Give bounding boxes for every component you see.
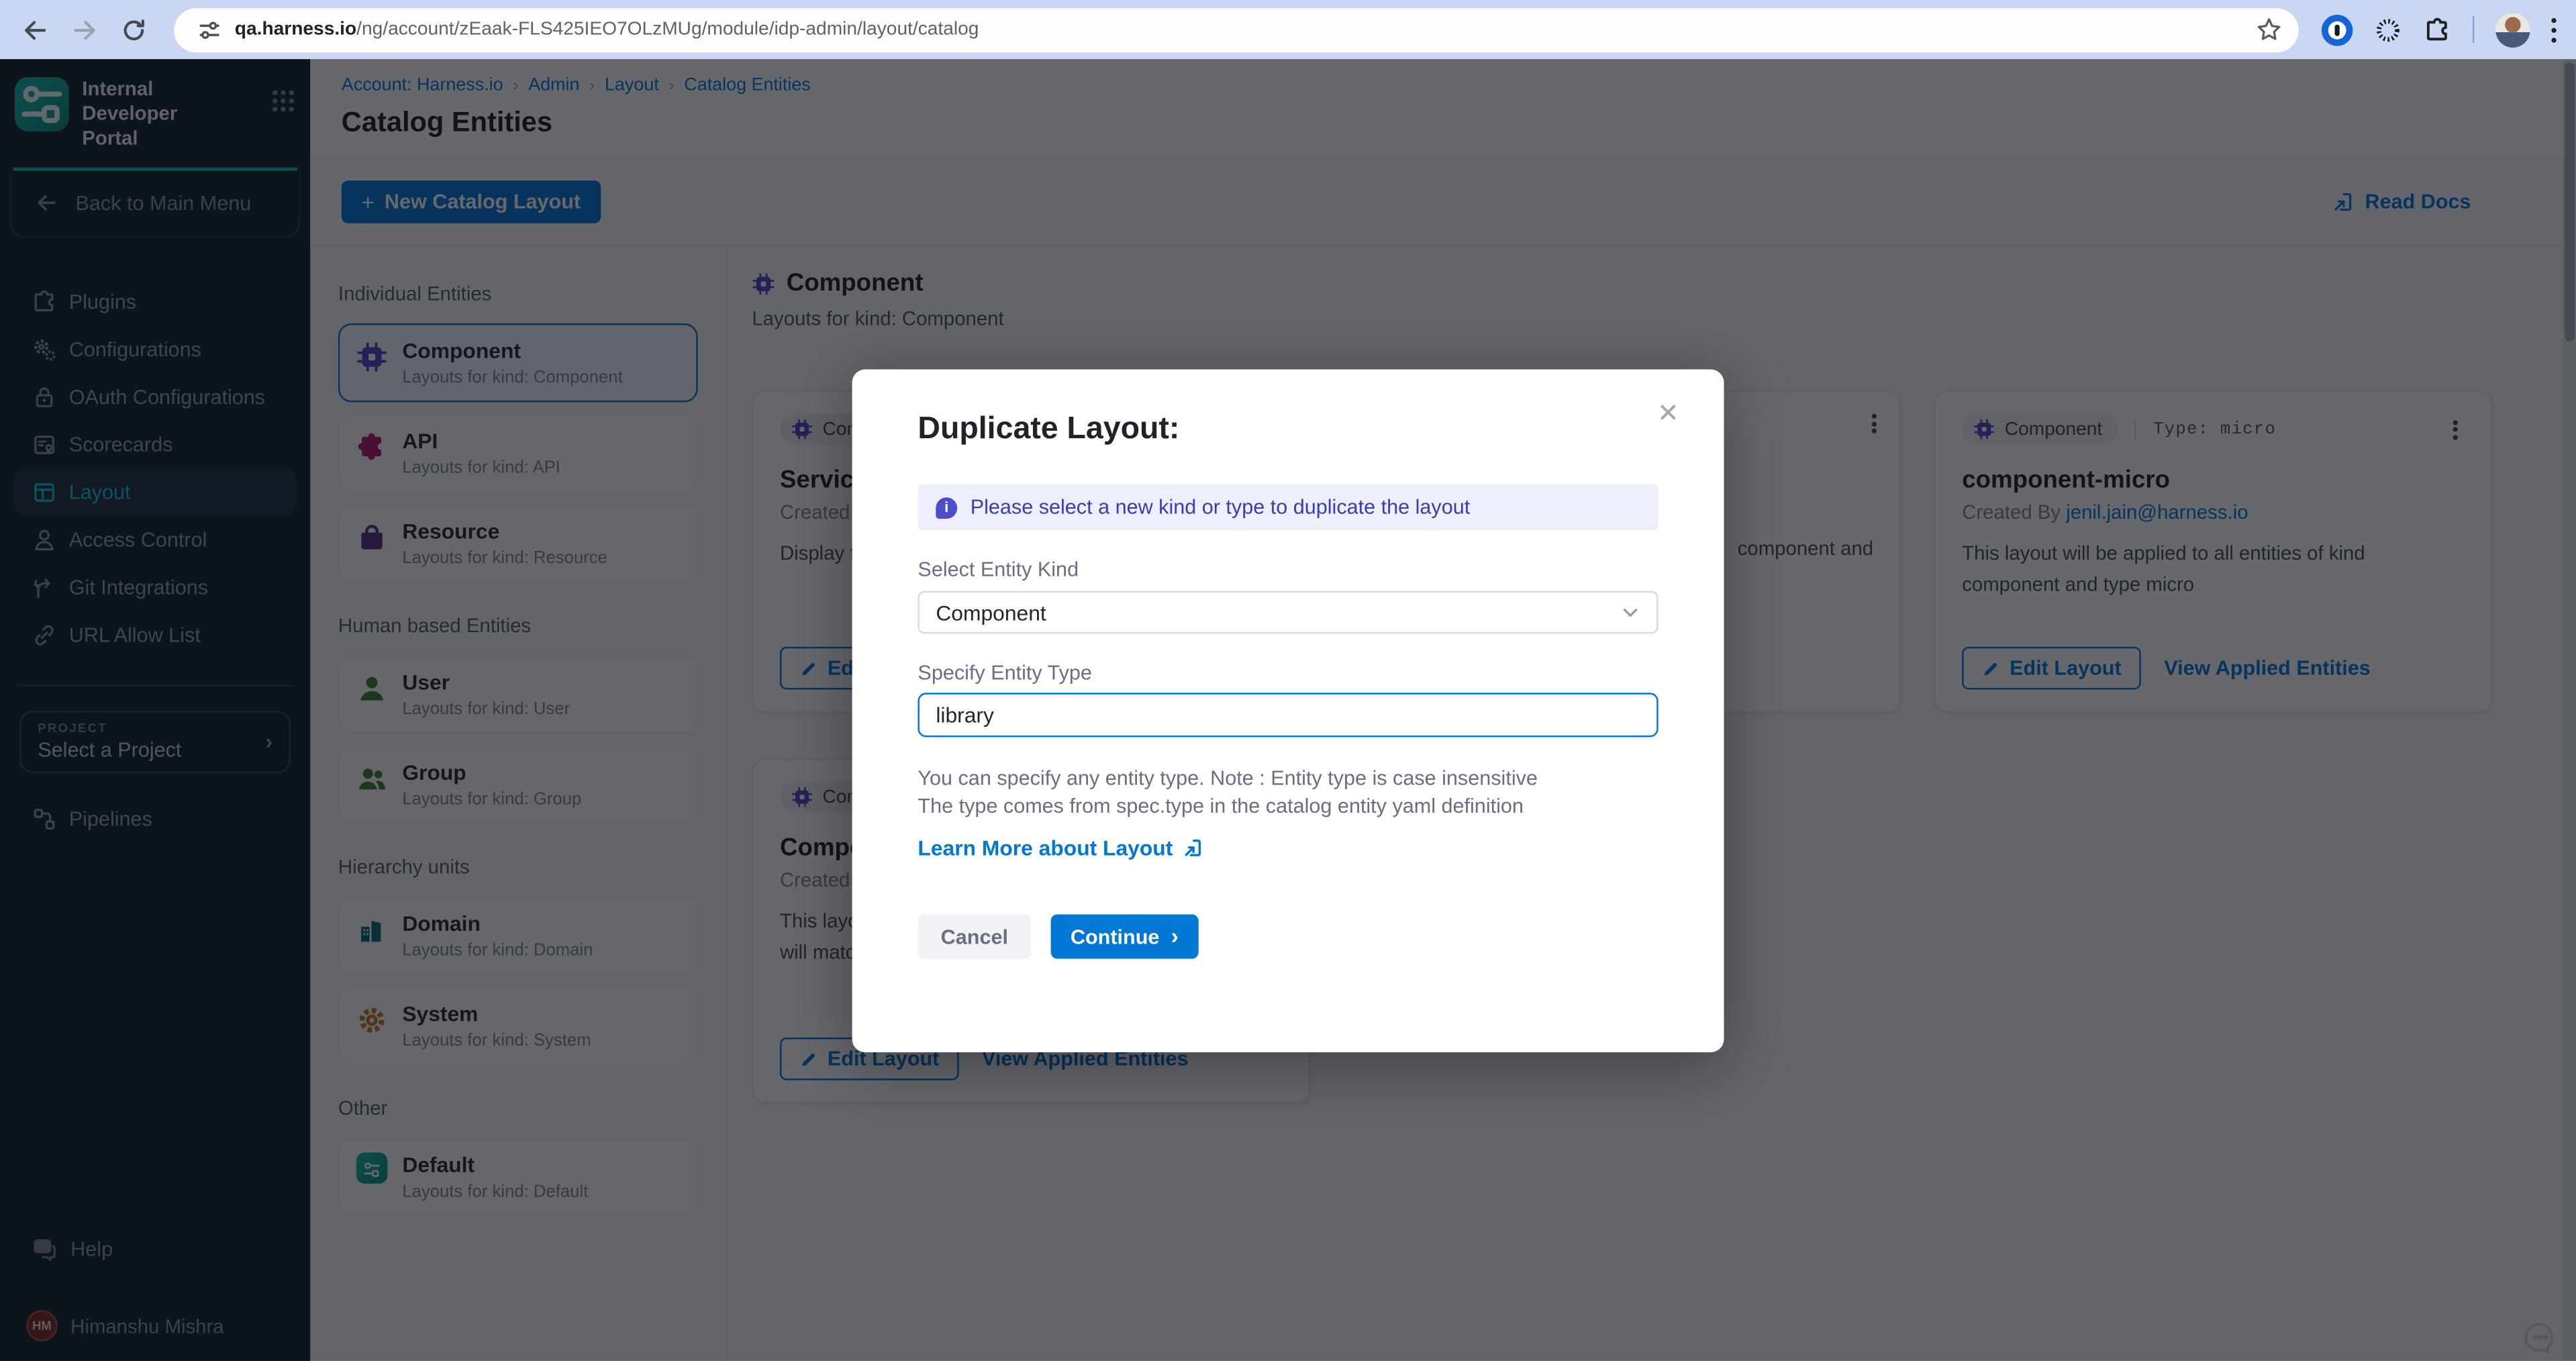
entity-type-label: Specify Entity Type	[918, 662, 1658, 685]
info-icon: i	[936, 497, 957, 518]
continue-button[interactable]: Continue ›	[1051, 915, 1199, 959]
extensions-puzzle-icon[interactable]	[2424, 15, 2452, 44]
chevron-right-icon: ›	[1171, 923, 1179, 949]
helper-text: You can specify any entity type. Note : …	[918, 765, 1658, 819]
site-settings-icon[interactable]	[197, 17, 222, 42]
url-text[interactable]: qa.harness.io/ng/account/zEaak-FLS425IEO…	[235, 19, 2243, 39]
chevron-down-icon	[1620, 603, 1640, 622]
address-bar[interactable]: qa.harness.io/ng/account/zEaak-FLS425IEO…	[174, 7, 2298, 52]
browser-reload-icon[interactable]	[120, 15, 148, 44]
browser-menu-icon[interactable]	[2551, 17, 2556, 42]
entity-kind-label: Select Entity Kind	[918, 558, 1658, 581]
browser-back-icon[interactable]	[21, 15, 50, 44]
browser-toolbar: qa.harness.io/ng/account/zEaak-FLS425IEO…	[0, 0, 2576, 59]
duplicate-layout-modal: Duplicate Layout: ✕ i Please select a ne…	[852, 369, 1724, 1052]
browser-forward-icon[interactable]	[70, 15, 99, 44]
entity-type-value: library	[936, 703, 994, 727]
modal-footer: Cancel Continue ›	[918, 915, 1658, 959]
entity-kind-value: Component	[936, 600, 1620, 625]
close-icon[interactable]: ✕	[1655, 402, 1681, 428]
onepassword-extension-icon[interactable]	[2322, 14, 2352, 45]
link-label: Learn More about Layout	[918, 836, 1173, 860]
modal-title: Duplicate Layout:	[918, 412, 1658, 448]
screen: qa.harness.io/ng/account/zEaak-FLS425IEO…	[0, 0, 2576, 1361]
info-banner-text: Please select a new kind or type to dupl…	[971, 496, 1471, 519]
entity-type-input[interactable]: library	[918, 693, 1658, 737]
extension-spinner-icon[interactable]	[2374, 15, 2402, 44]
button-label: Continue	[1071, 925, 1160, 948]
divider	[2473, 16, 2474, 42]
cancel-button[interactable]: Cancel	[918, 915, 1031, 959]
bookmark-star-icon[interactable]	[2256, 16, 2282, 42]
info-banner: i Please select a new kind or type to du…	[918, 485, 1658, 530]
learn-more-link[interactable]: Learn More about Layout	[918, 836, 1203, 860]
browser-extensions-area	[2299, 12, 2576, 46]
browser-profile-avatar[interactable]	[2495, 12, 2530, 46]
doc-external-icon	[1183, 838, 1204, 859]
entity-kind-select[interactable]: Component	[918, 591, 1658, 634]
